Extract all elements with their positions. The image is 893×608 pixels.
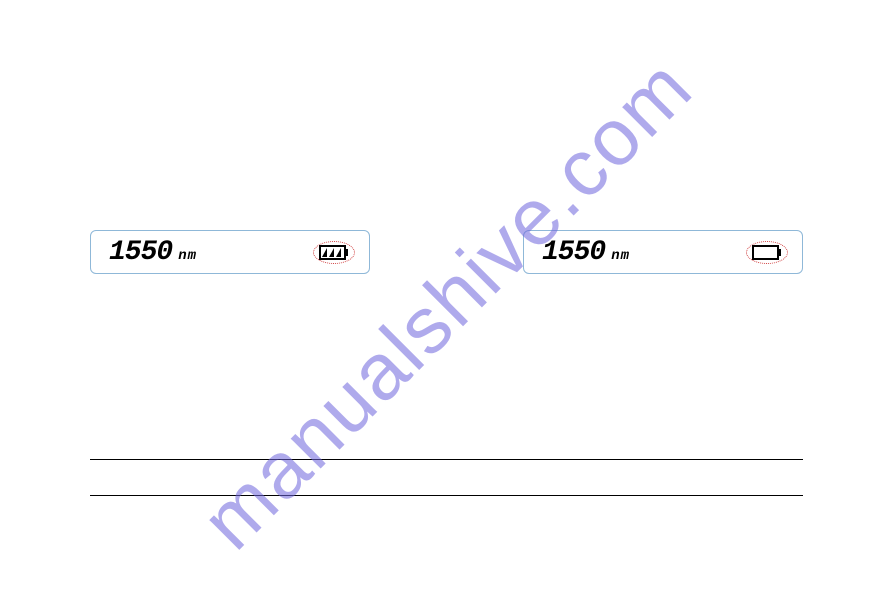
lcd-number: 1550 [542,237,605,268]
battery-empty-icon [752,245,782,260]
lcd-unit: nm [178,248,197,264]
lcd-reading: 1550 nm [542,237,630,268]
lcd-reading: 1550 nm [109,237,197,268]
lcd-number: 1550 [109,237,172,268]
battery-highlight-circle [746,241,788,264]
display-row: 1550 nm 1550 nm [90,230,803,274]
lcd-display-empty-battery: 1550 nm [523,230,803,274]
battery-full-icon [319,245,349,260]
battery-highlight-circle [313,241,355,264]
lcd-unit: nm [611,248,630,264]
lcd-display-full-battery: 1550 nm [90,230,370,274]
section-divider [90,495,803,496]
page-content: 1550 nm 1550 nm [0,0,893,536]
section-divider [90,459,803,460]
